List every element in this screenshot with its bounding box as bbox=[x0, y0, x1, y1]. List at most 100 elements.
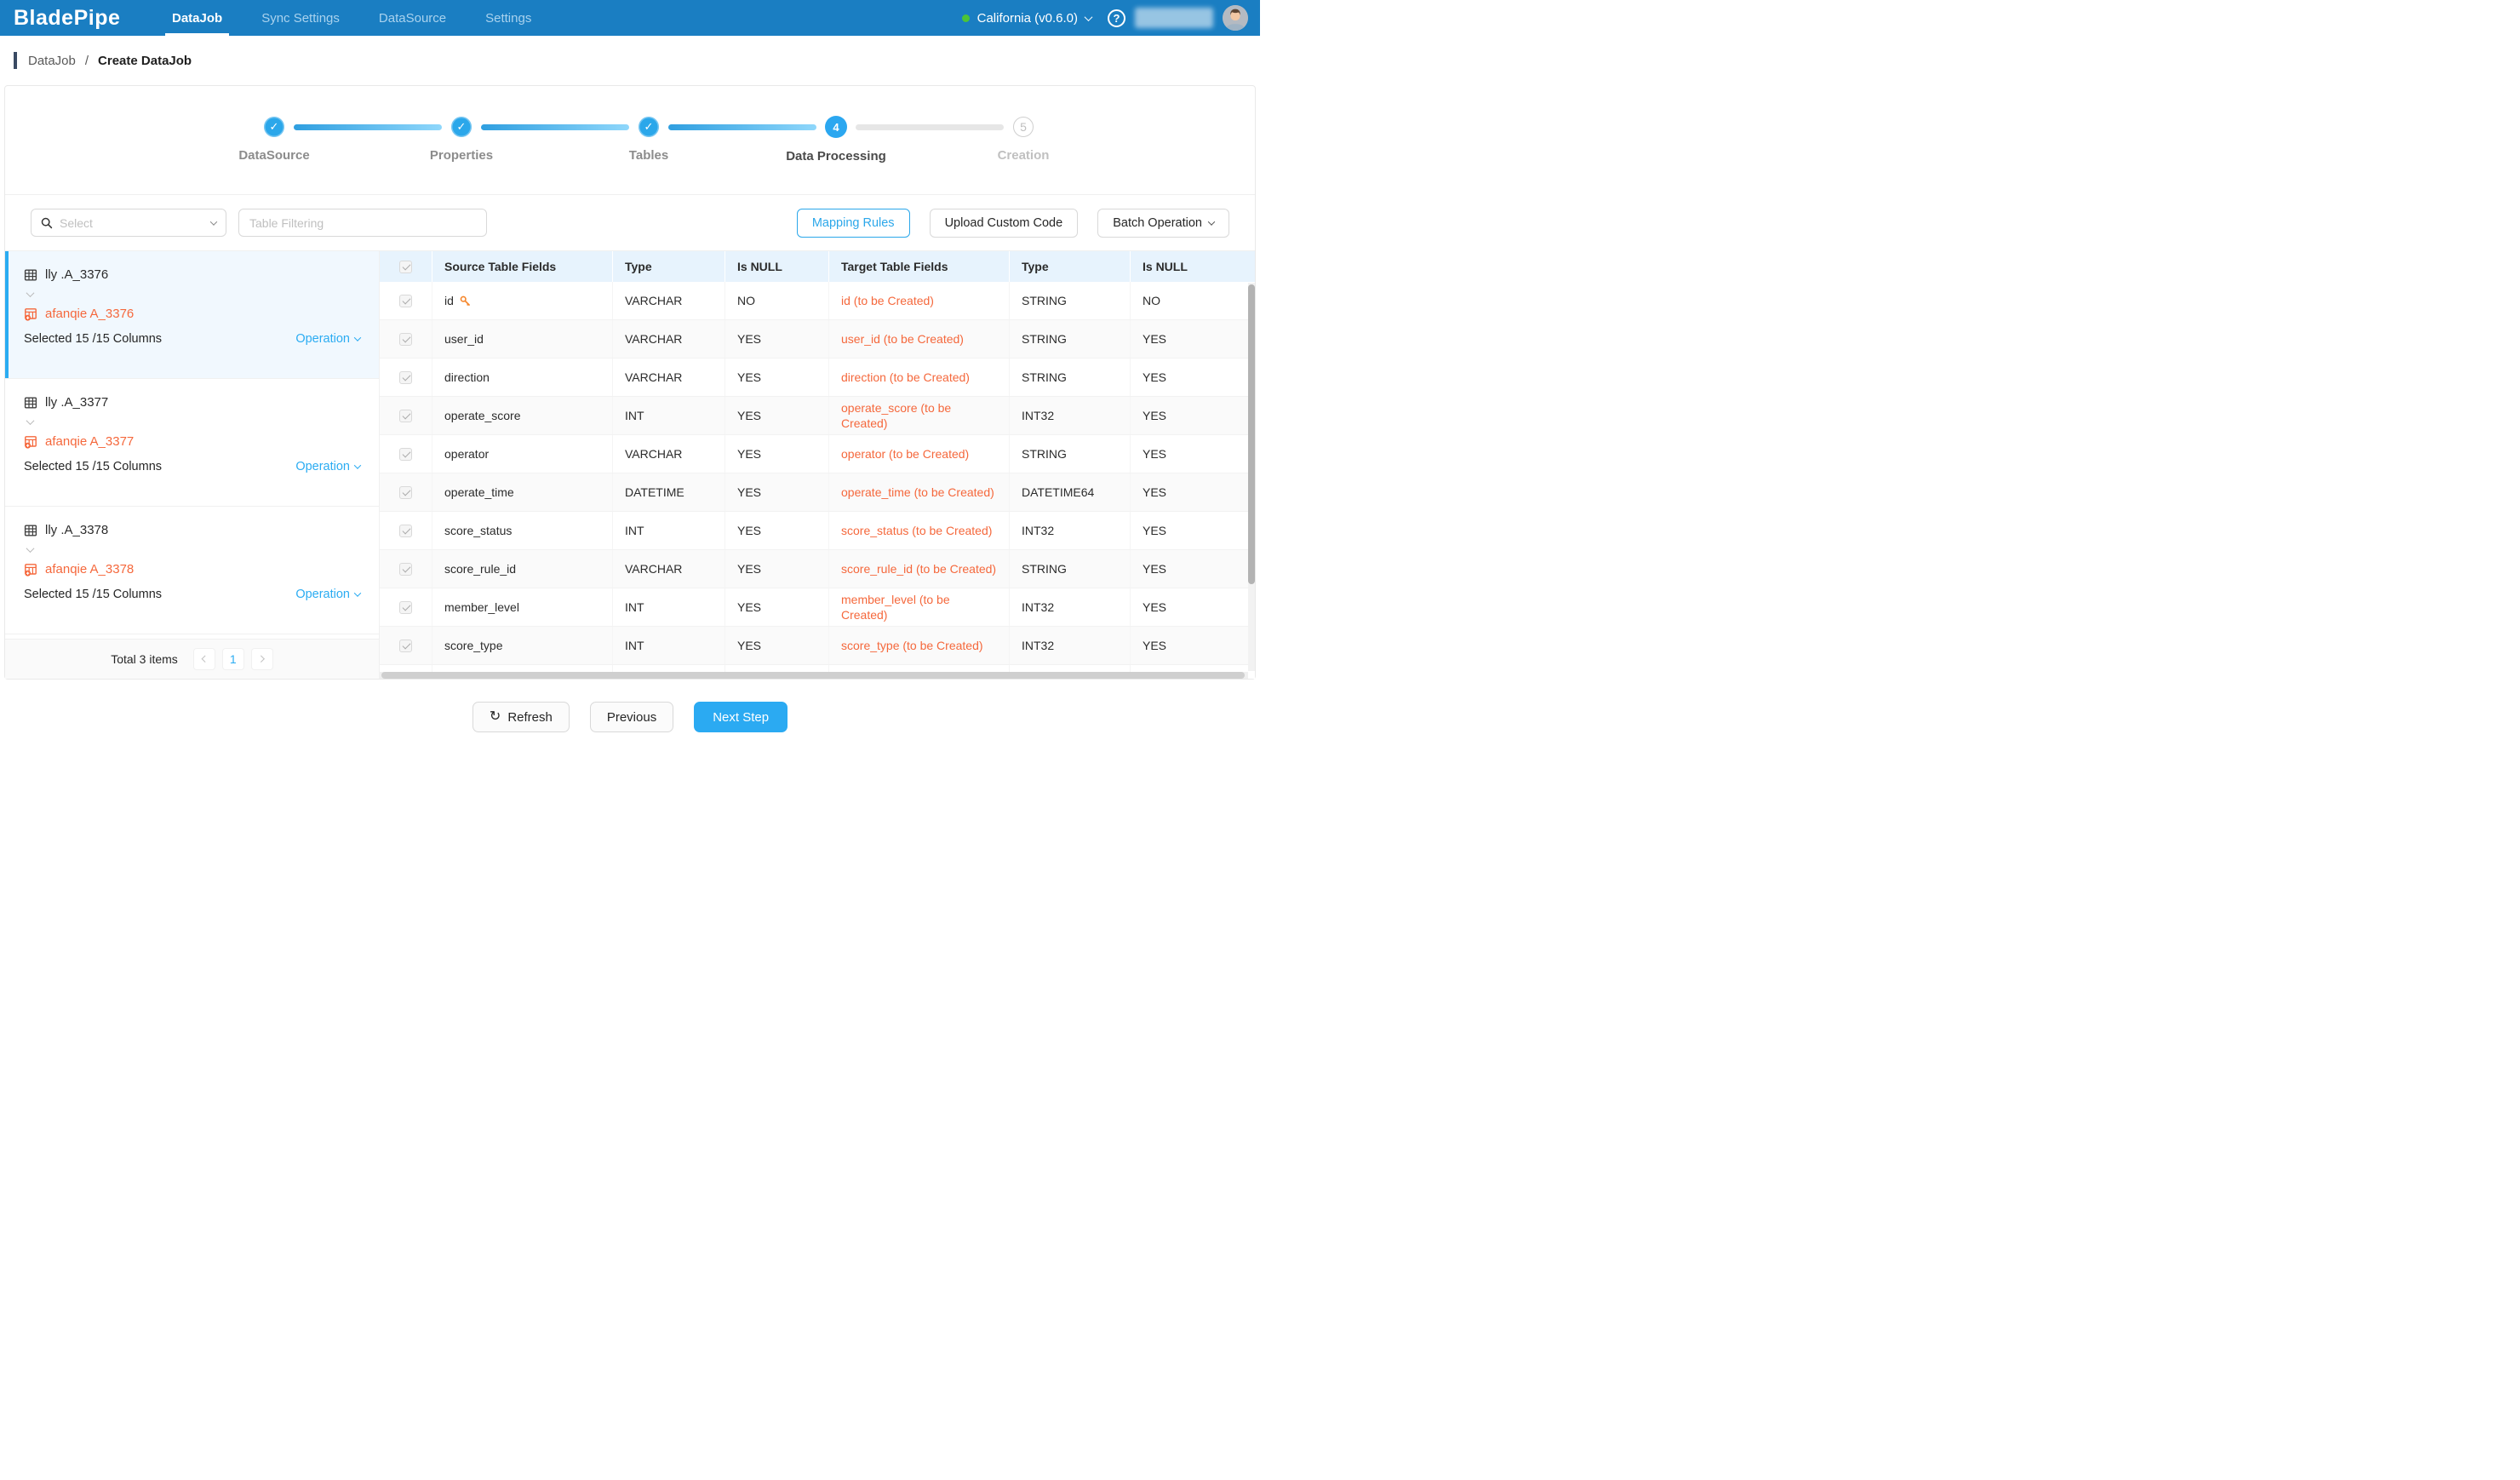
row-checkbox[interactable] bbox=[399, 371, 412, 384]
row-checkbox[interactable] bbox=[399, 640, 412, 652]
table-icon bbox=[24, 396, 37, 410]
step-creation[interactable]: 5Creation bbox=[930, 117, 1117, 163]
source-isnull-cell: YES bbox=[725, 473, 829, 511]
breadcrumb-section[interactable]: DataJob bbox=[28, 54, 76, 68]
row-checkbox[interactable] bbox=[399, 333, 412, 346]
source-isnull-cell: YES bbox=[725, 512, 829, 549]
operation-label: Operation bbox=[295, 332, 350, 346]
target-field-cell: score_status (to be Created) bbox=[829, 512, 1010, 549]
table-row: operate_score INT YES operate_score (to … bbox=[380, 397, 1255, 435]
chevron-down-icon[interactable] bbox=[26, 416, 35, 425]
operation-dropdown[interactable]: Operation bbox=[295, 460, 360, 473]
header-cell: Type bbox=[613, 251, 725, 282]
target-type-cell: STRING bbox=[1010, 550, 1131, 588]
step-number: 4 bbox=[825, 116, 847, 138]
datasource-select[interactable]: Select bbox=[31, 209, 226, 237]
source-field-cell: operator bbox=[432, 435, 613, 473]
source-field-cell: direction bbox=[432, 359, 613, 396]
prev-page-button[interactable] bbox=[193, 648, 215, 670]
chevron-down-icon[interactable] bbox=[26, 544, 35, 553]
target-isnull-cell: YES bbox=[1131, 512, 1255, 549]
mapping-rules-button[interactable]: Mapping Rules bbox=[797, 209, 910, 238]
source-type-cell: INT bbox=[613, 512, 725, 549]
breadcrumb: DataJob / Create DataJob bbox=[0, 36, 1260, 85]
target-type-cell: INT32 bbox=[1010, 512, 1131, 549]
target-table-create-icon bbox=[24, 563, 37, 577]
row-checkbox[interactable] bbox=[399, 486, 412, 499]
target-field-cell: user_id (to be Created) bbox=[829, 320, 1010, 358]
step-data-processing[interactable]: 4Data Processing bbox=[742, 117, 930, 163]
refresh-icon: ↻ bbox=[490, 710, 501, 724]
step-datasource[interactable]: ✓DataSource bbox=[180, 117, 368, 163]
target-type-cell: INT32 bbox=[1010, 397, 1131, 434]
target-isnull-cell: YES bbox=[1131, 359, 1255, 396]
help-icon[interactable]: ? bbox=[1108, 9, 1125, 27]
chevron-left-icon bbox=[202, 656, 209, 663]
table-row: score_rule_id VARCHAR YES score_rule_id … bbox=[380, 550, 1255, 588]
batch-operation-button[interactable]: Batch Operation bbox=[1097, 209, 1229, 238]
step-label: Creation bbox=[998, 148, 1050, 163]
refresh-button[interactable]: ↻ Refresh bbox=[472, 702, 570, 732]
row-checkbox-cell bbox=[380, 473, 432, 511]
table-filter-input[interactable] bbox=[249, 216, 476, 230]
row-checkbox-cell bbox=[380, 359, 432, 396]
operation-dropdown[interactable]: Operation bbox=[295, 588, 360, 601]
upload-custom-code-button[interactable]: Upload Custom Code bbox=[930, 209, 1079, 238]
select-all-checkbox[interactable] bbox=[399, 261, 412, 273]
table-pair-panel: lly .A_3376 afanqie A_3376 Selected 15 /… bbox=[5, 251, 380, 679]
header-cell: Target Table Fields bbox=[829, 251, 1010, 282]
step-properties[interactable]: ✓Properties bbox=[368, 117, 555, 163]
username-masked[interactable] bbox=[1135, 8, 1213, 28]
source-type-cell: VARCHAR bbox=[613, 550, 725, 588]
table-pair-card[interactable]: lly .A_3376 afanqie A_3376 Selected 15 /… bbox=[5, 251, 379, 379]
target-isnull-cell: YES bbox=[1131, 473, 1255, 511]
row-checkbox[interactable] bbox=[399, 410, 412, 422]
target-table-name: afanqie A_3377 bbox=[45, 434, 134, 449]
target-isnull-cell: NO bbox=[1131, 282, 1255, 319]
source-field-name: direction bbox=[444, 370, 490, 385]
chevron-down-icon bbox=[354, 462, 361, 468]
source-table-name: lly .A_3378 bbox=[45, 523, 108, 537]
target-isnull-cell: YES bbox=[1131, 588, 1255, 626]
nav-tab-datasource[interactable]: DataSource bbox=[367, 0, 458, 36]
source-type-cell: VARCHAR bbox=[613, 359, 725, 396]
source-type-cell: DATETIME bbox=[613, 473, 725, 511]
table-pair-card[interactable]: lly .A_3378 afanqie A_3378 Selected 15 /… bbox=[5, 507, 379, 634]
chevron-down-icon[interactable] bbox=[26, 289, 35, 297]
nav-tab-sync-settings[interactable]: Sync Settings bbox=[249, 0, 352, 36]
selected-columns-text: Selected 15 /15 Columns bbox=[24, 332, 162, 346]
target-isnull-cell: YES bbox=[1131, 627, 1255, 664]
row-checkbox[interactable] bbox=[399, 601, 412, 614]
target-type-cell: STRING bbox=[1010, 282, 1131, 319]
target-type-cell: INT32 bbox=[1010, 627, 1131, 664]
row-checkbox-cell bbox=[380, 282, 432, 319]
source-isnull-cell: YES bbox=[725, 435, 829, 473]
row-checkbox[interactable] bbox=[399, 295, 412, 307]
source-type-cell: VARCHAR bbox=[613, 320, 725, 358]
table-row: direction VARCHAR YES direction (to be C… bbox=[380, 359, 1255, 397]
source-field-name: member_level bbox=[444, 599, 519, 615]
target-field-cell: direction (to be Created) bbox=[829, 359, 1010, 396]
page-number-button[interactable]: 1 bbox=[222, 648, 244, 670]
previous-button[interactable]: Previous bbox=[590, 702, 673, 732]
environment-selector[interactable]: California (v0.6.0) bbox=[962, 11, 1091, 26]
select-placeholder: Select bbox=[60, 216, 204, 230]
avatar[interactable] bbox=[1223, 5, 1248, 31]
next-step-button[interactable]: Next Step bbox=[694, 702, 788, 732]
table-row: score_type INT YES score_type (to be Cre… bbox=[380, 627, 1255, 665]
step-tables[interactable]: ✓Tables bbox=[555, 117, 742, 163]
nav-tab-datajob[interactable]: DataJob bbox=[160, 0, 234, 36]
horizontal-scrollbar-thumb[interactable] bbox=[381, 672, 1245, 679]
vertical-scrollbar-thumb[interactable] bbox=[1248, 284, 1255, 584]
row-checkbox[interactable] bbox=[399, 563, 412, 576]
nav-tab-settings[interactable]: Settings bbox=[473, 0, 543, 36]
row-checkbox[interactable] bbox=[399, 525, 412, 537]
row-checkbox[interactable] bbox=[399, 448, 412, 461]
chevron-right-icon bbox=[257, 656, 264, 663]
target-field-cell: id (to be Created) bbox=[829, 282, 1010, 319]
batch-operation-label: Batch Operation bbox=[1113, 216, 1202, 230]
operation-dropdown[interactable]: Operation bbox=[295, 332, 360, 346]
row-checkbox-cell bbox=[380, 397, 432, 434]
next-page-button[interactable] bbox=[251, 648, 273, 670]
table-pair-card[interactable]: lly .A_3377 afanqie A_3377 Selected 15 /… bbox=[5, 379, 379, 507]
